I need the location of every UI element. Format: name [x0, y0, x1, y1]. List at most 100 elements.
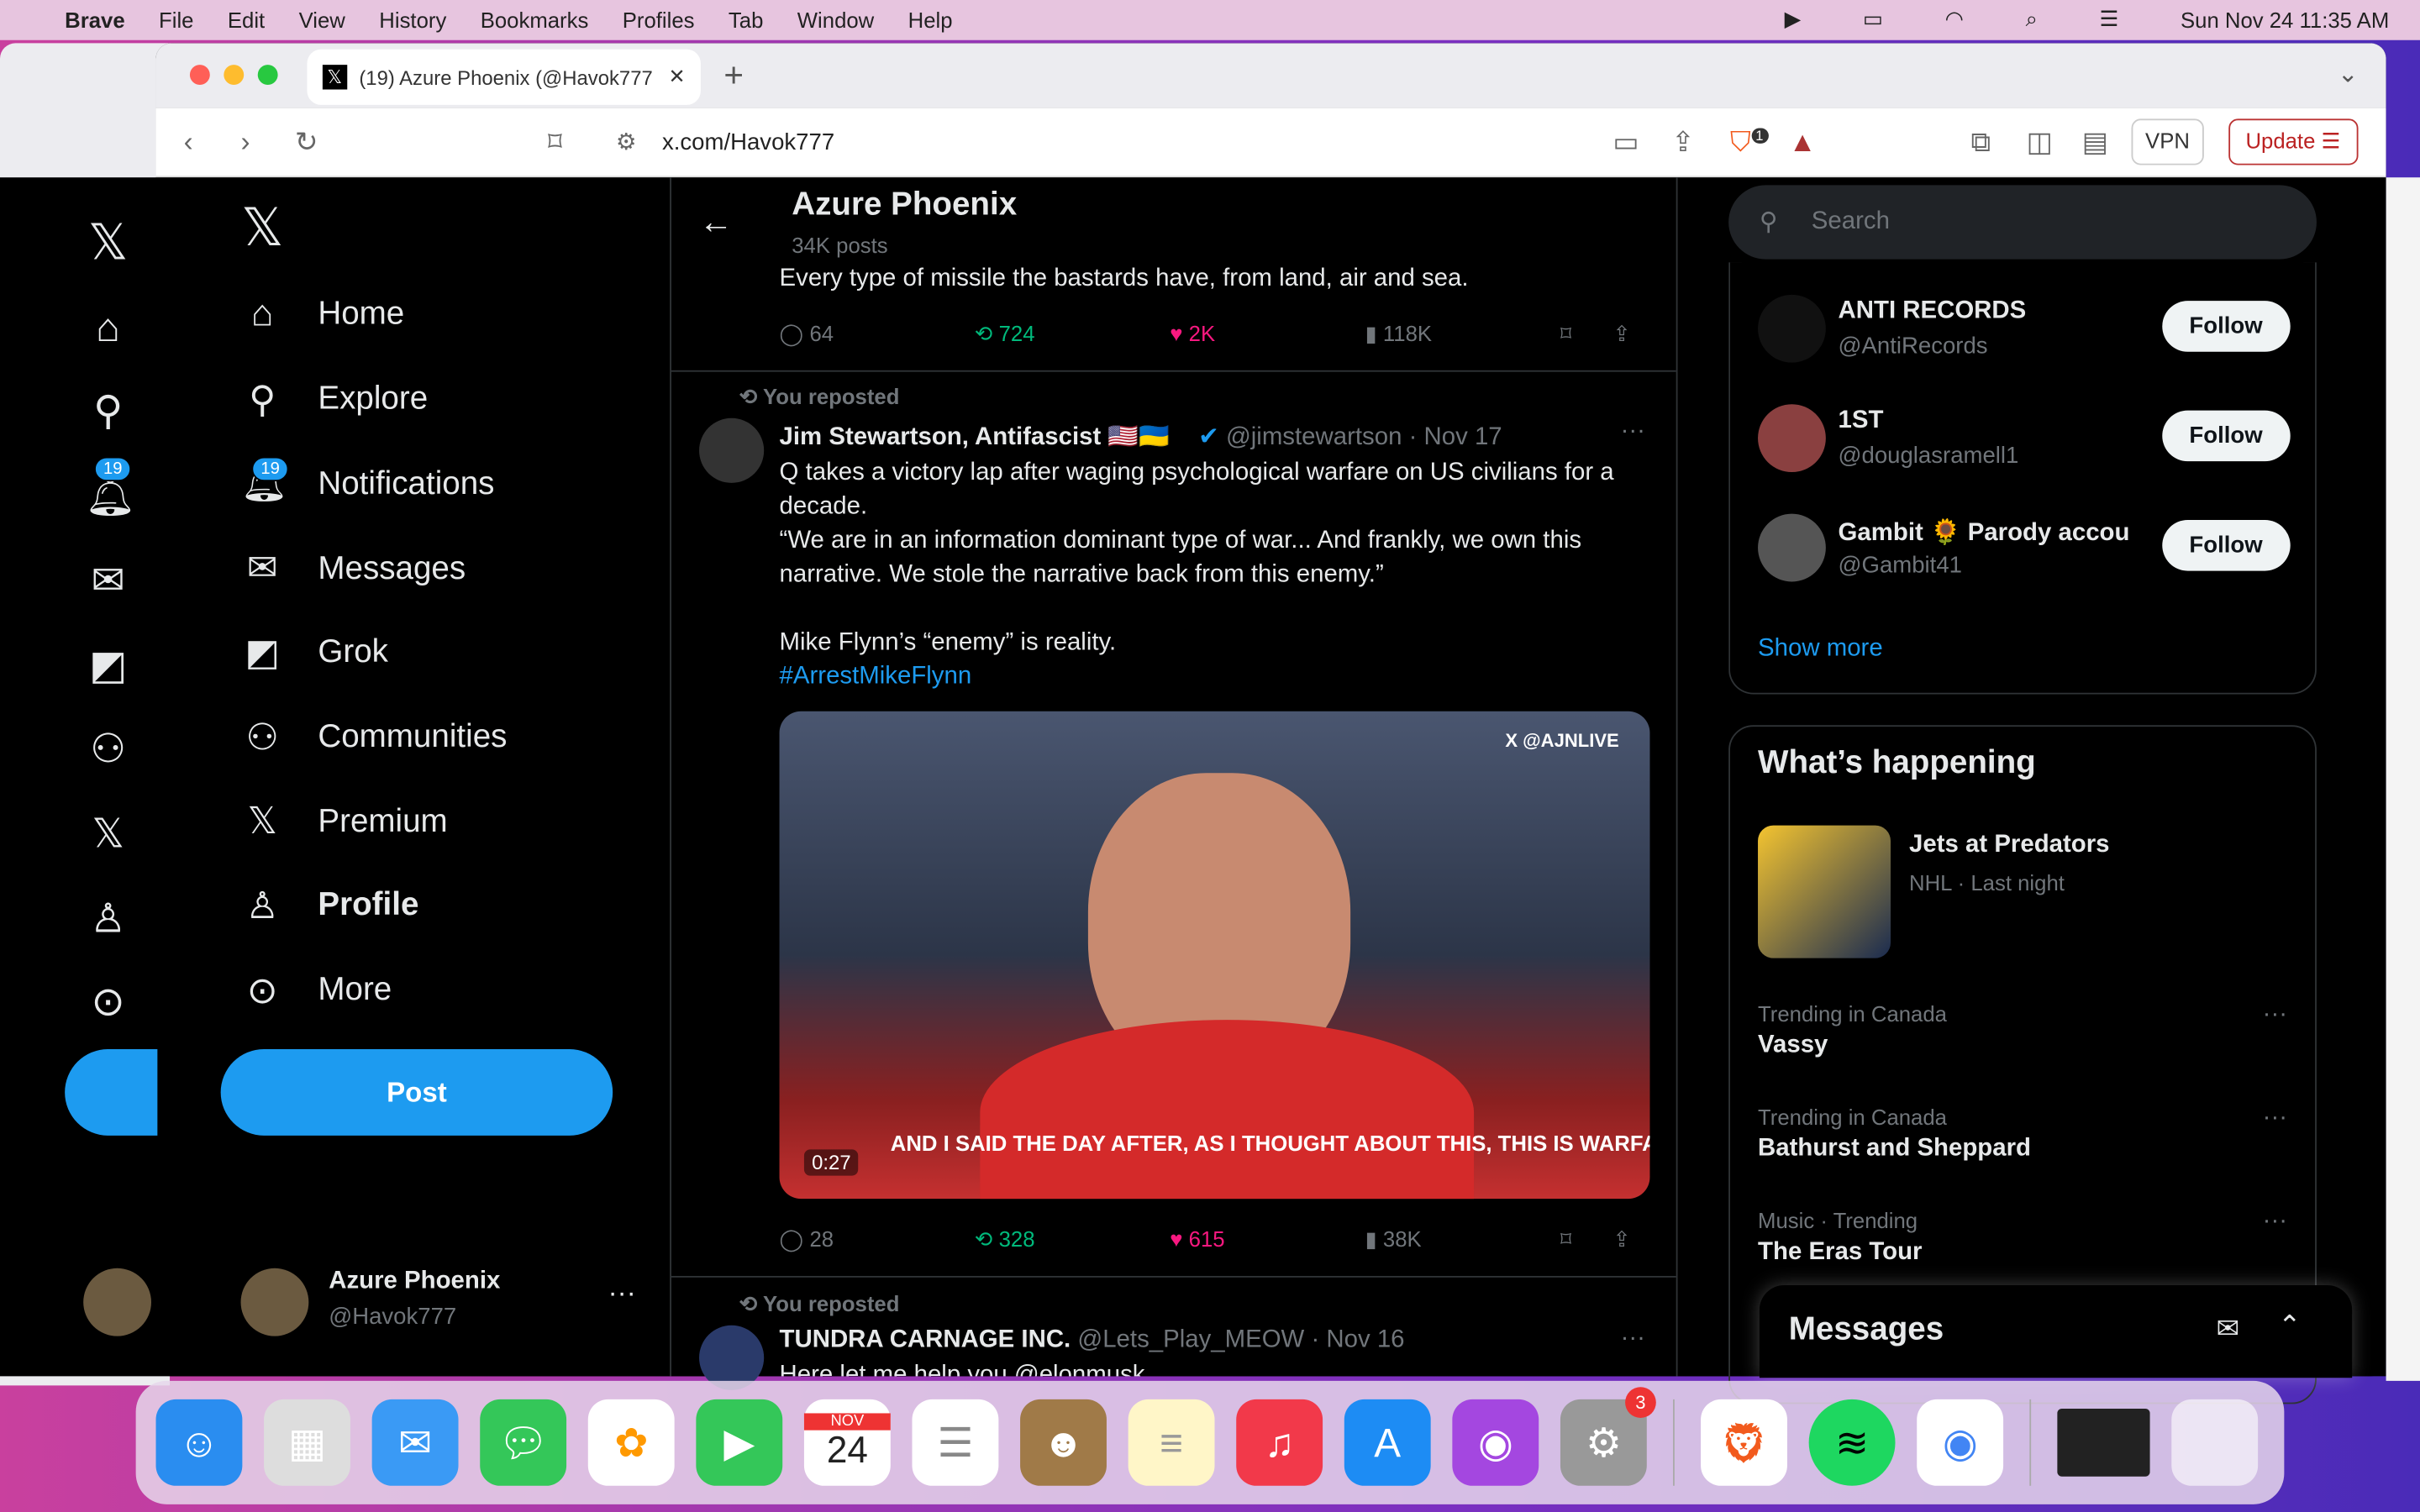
follow-suggestion[interactable]: ANTI RECORDS @AntiRecords Follow [1730, 286, 2318, 378]
back-icon[interactable]: ‹ [184, 127, 193, 160]
rail-post-button[interactable] [65, 1048, 158, 1136]
account-switcher[interactable]: Azure Phoenix @Havok777 ··· [240, 1265, 673, 1339]
menu-profiles[interactable]: Profiles [623, 8, 695, 32]
share-icon[interactable]: ⇪ [1671, 127, 1695, 160]
reply-button[interactable]: ◯ 28 [780, 1226, 975, 1252]
update-button[interactable]: Update ☰ [2228, 118, 2358, 165]
follow-button[interactable]: Follow [2161, 410, 2291, 462]
music-icon[interactable]: ♫ [1236, 1399, 1323, 1486]
more-icon[interactable]: ⊙ [85, 960, 131, 1044]
share-icon[interactable]: ⇪ [1612, 1226, 1644, 1252]
site-settings-icon[interactable]: ⚙ [616, 128, 637, 155]
menu-app[interactable]: Brave [65, 8, 124, 32]
brave-rewards-icon[interactable]: ▲ [1789, 127, 1817, 160]
vpn-button[interactable]: VPN [2131, 118, 2204, 165]
new-tab-icon[interactable]: + [723, 55, 744, 96]
author-name[interactable]: TUNDRA CARNAGE INC. [780, 1327, 1071, 1353]
mail-app-icon[interactable]: ✉ [371, 1399, 459, 1486]
trend-item[interactable]: Trending in Canada Vassy [1758, 1001, 1947, 1060]
wifi-icon[interactable]: ◠ [1945, 6, 1964, 32]
battery-icon[interactable]: ▭ [1863, 6, 1883, 32]
nav-item-premium[interactable]: 𝕏 Premium [241, 800, 447, 844]
trend-item[interactable]: Trending in Canada Bathurst and Sheppard [1758, 1105, 2031, 1163]
minimized-window-icon[interactable] [2057, 1408, 2150, 1477]
more-dots-icon[interactable]: ··· [2263, 1105, 2287, 1132]
nav-item-more[interactable]: ⊙ More [241, 969, 392, 1013]
nav-item-messages[interactable]: ✉ Messages [241, 546, 466, 591]
system-settings-icon[interactable]: ⚙ 3 [1560, 1387, 1656, 1486]
follow-suggestion[interactable]: Gambit 🌻 Parody accou @Gambit41 Follow [1730, 505, 2318, 597]
podcasts-icon[interactable]: ◉ [1452, 1399, 1539, 1486]
author-avatar[interactable] [699, 417, 765, 483]
calendar-icon[interactable]: NOV 24 [803, 1399, 891, 1486]
control-center-icon[interactable]: ☰ [2099, 6, 2118, 32]
trend-item[interactable]: Music · Trending The Eras Tour [1758, 1208, 1922, 1267]
like-button[interactable]: ♥ 615 [1170, 1226, 1365, 1252]
sidebar-icon[interactable]: ◫ [2027, 127, 2053, 160]
tab-active[interactable]: 𝕏 (19) Azure Phoenix (@Havok777 ✕ [307, 49, 701, 105]
post-button[interactable]: Post [220, 1048, 613, 1136]
cast-icon[interactable]: ▭ [1612, 127, 1639, 160]
brave-shield-icon[interactable]: ⛉ 1 [1730, 127, 1769, 160]
repost-button[interactable]: ⟲ 724 [975, 321, 1170, 347]
author-name[interactable]: Jim Stewartson, Antifascist [780, 424, 1102, 450]
menu-view[interactable]: View [299, 8, 345, 32]
author-handle[interactable]: @jimstewartson · Nov 17 [1226, 424, 1502, 450]
communities-icon[interactable]: ⚇ [85, 707, 131, 791]
nav-item-profile[interactable]: ♙ Profile [241, 884, 418, 928]
more-dots-icon[interactable]: ··· [1621, 418, 1645, 446]
more-dots-icon[interactable]: ··· [2263, 1001, 2287, 1029]
chrome-icon[interactable]: ◉ [1917, 1399, 2004, 1486]
bookmark-icon[interactable]: ⌑ [1560, 321, 1612, 347]
zoom-window-button[interactable] [257, 65, 278, 86]
notes-icon[interactable]: ≡ [1128, 1399, 1215, 1486]
reminders-icon[interactable]: ☰ [912, 1399, 999, 1486]
show-more-link[interactable]: Show more [1758, 636, 1883, 664]
chevron-down-icon[interactable]: ⌄ [2338, 59, 2359, 90]
forward-icon[interactable]: › [241, 127, 250, 160]
x-logo-icon[interactable]: 𝕏 [85, 201, 131, 285]
views-button[interactable]: ▮ 38K [1365, 1226, 1560, 1252]
photos-icon[interactable]: ✿ [587, 1399, 675, 1486]
new-message-icon[interactable]: ✉ [2217, 1313, 2240, 1346]
wallet-icon[interactable]: ▤ [2082, 127, 2108, 160]
close-tab-icon[interactable]: ✕ [668, 65, 685, 89]
back-arrow-icon[interactable]: ← [699, 202, 733, 243]
address-bar[interactable]: ⚙ x.com/Havok777 [600, 117, 1835, 167]
menu-help[interactable]: Help [908, 8, 953, 32]
nav-item-communities[interactable]: ⚇ Communities [241, 715, 507, 759]
reload-icon[interactable]: ↻ [295, 127, 318, 160]
trend-title[interactable]: Jets at Predators [1909, 832, 2109, 859]
more-dots-icon[interactable]: ··· [1621, 1326, 1645, 1353]
launchpad-icon[interactable]: ▦ [264, 1399, 350, 1486]
menu-window[interactable]: Window [797, 8, 874, 32]
close-window-button[interactable] [189, 65, 210, 86]
repost-button[interactable]: ⟲ 328 [975, 1226, 1170, 1252]
hashtag-link[interactable]: #ArrestMikeFlynn [780, 660, 1652, 694]
menu-bookmarks[interactable]: Bookmarks [481, 8, 589, 32]
video-player[interactable]: X @AJNLIVE AND I SAID THE DAY AFTER, AS … [779, 711, 1650, 1200]
search-input[interactable]: ⚲ Search [1728, 185, 2317, 260]
minimize-window-button[interactable] [224, 65, 245, 86]
author-handle[interactable]: @Lets_Play_MEOW · Nov 16 [1077, 1327, 1404, 1353]
follow-button[interactable]: Follow [2161, 519, 2291, 571]
bookmark-icon[interactable]: ⌑ [1560, 1226, 1612, 1252]
chevron-up-icon[interactable]: ⌃ [2278, 1310, 2302, 1342]
menu-tab[interactable]: Tab [729, 8, 763, 32]
bookmark-icon[interactable]: ⌑ [548, 127, 562, 160]
more-dots-icon[interactable]: ··· [2263, 1208, 2287, 1236]
share-icon[interactable]: ⇪ [1612, 321, 1644, 347]
nav-item-home[interactable]: ⌂ Home [241, 293, 404, 336]
like-button[interactable]: ♥ 2K [1170, 321, 1365, 347]
contacts-icon[interactable]: ☻ [1020, 1399, 1107, 1486]
extensions-icon[interactable]: ⧉ [1971, 127, 1991, 160]
grok-icon[interactable]: ◩ [85, 622, 131, 706]
trash-icon[interactable] [2171, 1399, 2259, 1486]
menu-edit[interactable]: Edit [228, 8, 265, 32]
more-dots-icon[interactable]: ··· [608, 1278, 636, 1310]
x-logo[interactable]: 𝕏 [241, 197, 318, 259]
menu-file[interactable]: File [159, 8, 193, 32]
spotlight-icon[interactable]: ⌕ [2026, 6, 2038, 32]
app-store-icon[interactable]: A [1344, 1399, 1431, 1486]
home-icon[interactable]: ⌂ [85, 285, 131, 369]
